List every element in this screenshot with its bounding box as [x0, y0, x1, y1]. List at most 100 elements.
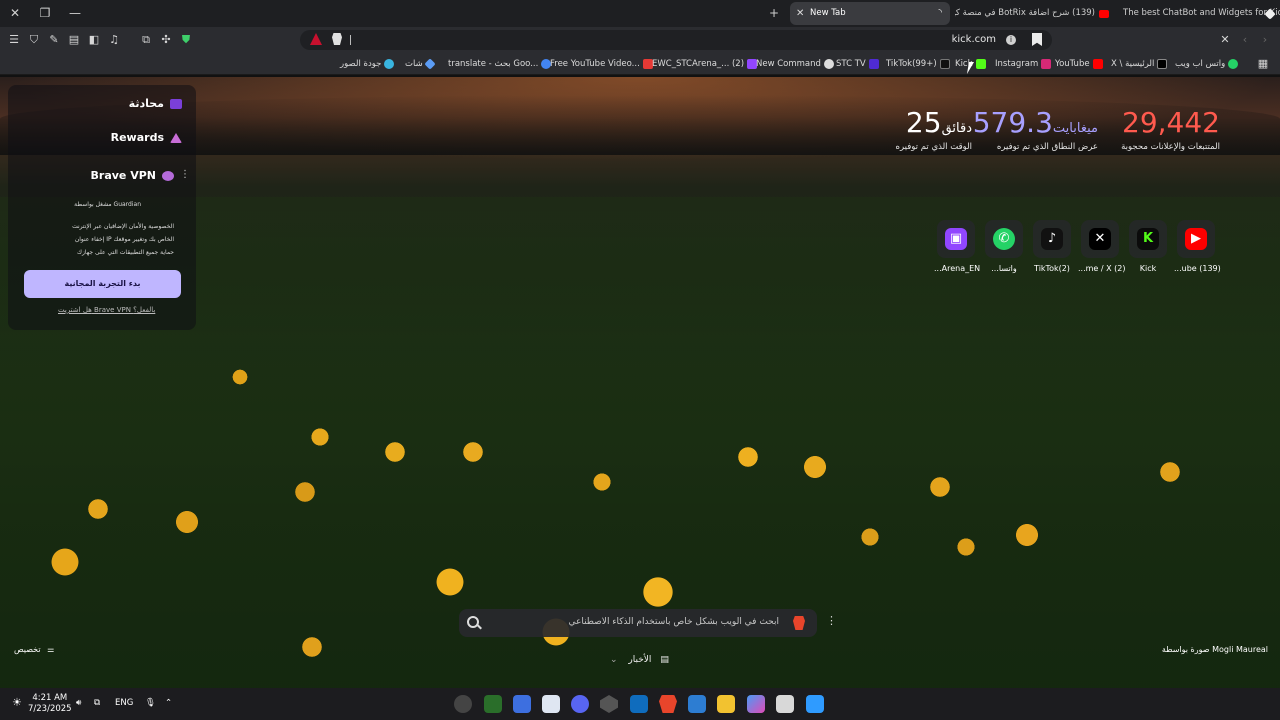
address-bar[interactable]: kick.com i: [300, 30, 1052, 50]
stat-value: 29,442: [1122, 106, 1220, 139]
close-icon[interactable]: ✕: [1217, 32, 1233, 48]
taskbar: ☀ 4:21 AM 7/23/2025 🔊︎ ⧉ ENG 🎙︎ ⌃: [0, 688, 1280, 720]
news-toggle[interactable]: ⌄ الأخبار ▤: [610, 655, 669, 665]
task-view-icon[interactable]: [776, 695, 794, 713]
network-icon[interactable]: ⧉: [94, 698, 100, 708]
extensions-icon[interactable]: ✎: [46, 32, 62, 48]
search-box[interactable]: ابحث في الويب بشكل خاص باستخدام الذكاء ا…: [459, 609, 817, 637]
chevron-down-icon: ⌄: [610, 655, 618, 665]
bookmark-item[interactable]: translate - بحث Goo...: [448, 57, 552, 71]
discord-app-icon[interactable]: [571, 695, 589, 713]
shield-icon[interactable]: ⛉: [26, 32, 42, 48]
top-site-youtube[interactable]: ▶ ...ube (139): [1174, 220, 1221, 273]
tab-new-tab[interactable]: ✕ New Tab ◝: [790, 2, 950, 25]
bookmarks-bar: جودة الصور شات translate - بحث Goo... Fr…: [0, 53, 1280, 75]
vpn-feature: حماية جميع التطبيقات التي على جهازك: [77, 249, 174, 256]
top-site-label: ...me / X (2): [1078, 264, 1126, 273]
x-icon: [1157, 58, 1168, 69]
sidebar-icon[interactable]: ◧: [86, 32, 102, 48]
media-icon[interactable]: ♫: [106, 32, 122, 48]
file-explorer-icon[interactable]: [717, 695, 735, 713]
screenshot-icon[interactable]: ⧉: [138, 32, 154, 48]
sliders-icon: ⚌: [47, 645, 55, 654]
rewards-icon[interactable]: [310, 33, 322, 45]
bookmark-item[interactable]: جودة الصور: [340, 57, 395, 71]
customize-button[interactable]: تخصيص ⚌: [14, 645, 54, 654]
youtube-icon: ▶: [1185, 228, 1207, 250]
tab-label: (139) شرح اضافة BotRix في منصة كيك: [955, 8, 1095, 18]
bookmark-item[interactable]: واتس اب ويب: [1175, 57, 1239, 71]
menu-icon[interactable]: ☰: [6, 32, 22, 48]
whatsapp-icon: [1228, 58, 1239, 69]
top-site-twitch[interactable]: ▣ ...Arena_EN: [934, 220, 980, 273]
top-site-tiktok[interactable]: ♪ TikTok(2): [1030, 220, 1074, 273]
bookmark-item[interactable]: STC TV: [836, 57, 879, 71]
microphone-icon[interactable]: 🎙︎: [145, 698, 156, 708]
stat-unit: دقائق: [941, 121, 972, 136]
brave-app-icon[interactable]: [659, 695, 677, 713]
start-trial-button[interactable]: بدء التجربة المجانية: [24, 270, 181, 298]
search-icon[interactable]: [467, 616, 479, 628]
app-icon[interactable]: [513, 695, 531, 713]
close-tab-icon[interactable]: ✕: [796, 2, 804, 25]
tiktok-icon: [939, 58, 950, 69]
already-purchased-link[interactable]: هل اشتريت Brave VPN بالفعل؟: [58, 306, 155, 314]
brave-shields-icon[interactable]: [332, 33, 342, 45]
bookmark-icon[interactable]: [1032, 33, 1042, 46]
close-window-icon[interactable]: ✕: [4, 3, 26, 23]
bookmark-label: EWC_STCArena_... (2): [652, 59, 745, 69]
bookmark-item[interactable]: شات: [405, 57, 436, 71]
puzzle-icon[interactable]: ✣: [158, 32, 174, 48]
bookmark-label: X \ الرئيسية: [1111, 59, 1155, 69]
news-label: الأخبار: [628, 655, 652, 665]
copilot-app-icon[interactable]: [747, 695, 765, 713]
mouse-pointer: [966, 62, 980, 74]
forward-icon[interactable]: ›: [1257, 32, 1273, 48]
store-app-icon[interactable]: [688, 695, 706, 713]
outlook-app-icon[interactable]: [630, 695, 648, 713]
rewards-widget[interactable]: Rewards: [111, 131, 182, 144]
bookmark-item[interactable]: New Command: [756, 57, 834, 71]
new-tab-icon[interactable]: +: [763, 3, 785, 23]
bluestacks-app-icon[interactable]: [484, 695, 502, 713]
bookmark-item[interactable]: YouTube: [1055, 57, 1103, 71]
bookmark-item[interactable]: EWC_STCArena_... (2): [652, 57, 758, 71]
bookmark-item[interactable]: TikTok(99+): [886, 57, 950, 71]
volume-icon[interactable]: 🔊︎: [76, 698, 81, 708]
app-icon[interactable]: [600, 695, 618, 713]
tab-chatbot[interactable]: The best ChatBot and Widgets for Kick: [1117, 2, 1280, 25]
all-bookmarks-icon[interactable]: ▦: [1255, 56, 1271, 72]
top-site-label: ...ube (139): [1174, 264, 1221, 273]
talk-widget[interactable]: محادثة: [129, 97, 182, 110]
bookmark-label: translate - بحث Goo...: [448, 59, 539, 69]
vpn-shield-icon[interactable]: ⛊: [178, 32, 194, 48]
start-icon[interactable]: [806, 695, 824, 713]
restore-window-icon[interactable]: ❐: [34, 3, 56, 23]
wallet-icon[interactable]: ▤: [66, 32, 82, 48]
app-icon[interactable]: [542, 695, 560, 713]
bookmark-item[interactable]: Instagram: [995, 57, 1052, 71]
bookmark-item[interactable]: X \ الرئيسية: [1111, 57, 1168, 71]
weather-icon[interactable]: ☀: [12, 696, 22, 709]
tab-label: The best ChatBot and Widgets for Kick: [1123, 8, 1280, 18]
minimize-window-icon[interactable]: —: [64, 3, 86, 23]
vpn-widget[interactable]: Brave VPN: [91, 169, 174, 182]
bookmark-item[interactable]: Free YouTube Video...: [550, 57, 653, 71]
url-text: kick.com: [951, 34, 996, 45]
photo-credit[interactable]: صورة بواسطة Mogli Maureal: [1162, 645, 1268, 654]
more-options-icon[interactable]: ⋮: [180, 169, 190, 180]
bookmark-label: New Command: [756, 59, 821, 69]
tab-botrix[interactable]: (139) شرح اضافة BotRix في منصة كيك: [955, 2, 1115, 25]
toolbar: ☰ ⛉ ✎ ▤ ◧ ♫ ⧉ ✣ ⛊ kick.com i ✕ ‹ ›: [0, 27, 1280, 53]
language-indicator[interactable]: ENG: [115, 698, 133, 708]
search-options-icon[interactable]: ⋮: [826, 614, 837, 627]
top-site-kick[interactable]: K Kick: [1126, 220, 1170, 273]
site-info-icon[interactable]: i: [1006, 35, 1016, 45]
customize-label: تخصيص: [14, 645, 41, 654]
top-site-whatsapp[interactable]: ✆ ...واتسا: [982, 220, 1026, 273]
back-icon[interactable]: ‹: [1237, 32, 1253, 48]
obs-app-icon[interactable]: [454, 695, 472, 713]
top-site-x[interactable]: ✕ ...me / X (2): [1078, 220, 1126, 273]
clock[interactable]: 4:21 AM 7/23/2025: [28, 693, 72, 715]
chevron-up-icon[interactable]: ⌃: [165, 698, 172, 708]
